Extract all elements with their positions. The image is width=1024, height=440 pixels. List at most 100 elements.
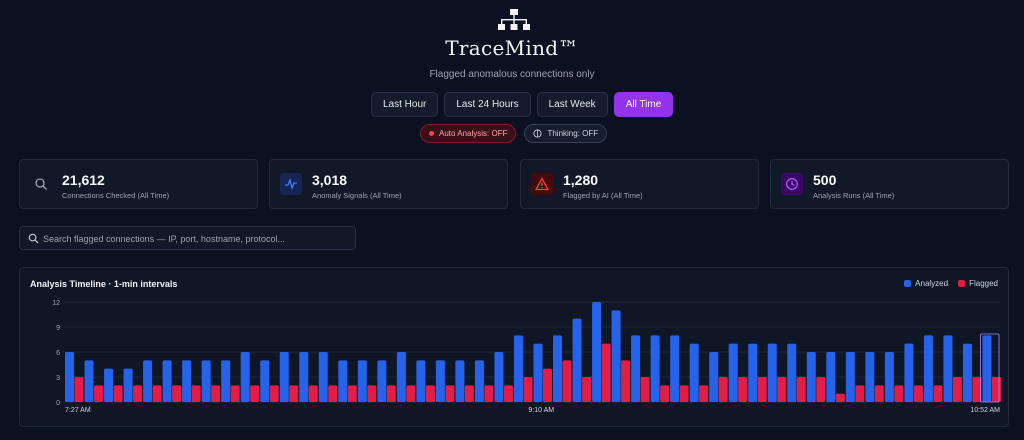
flagged-bar[interactable]	[347, 385, 357, 402]
flagged-bar[interactable]	[308, 385, 318, 402]
flagged-bar[interactable]	[894, 385, 904, 402]
analyzed-bar[interactable]	[182, 360, 192, 402]
analyzed-bar[interactable]	[260, 360, 270, 402]
flagged-bar[interactable]	[855, 385, 865, 402]
flagged-bar[interactable]	[816, 377, 826, 402]
flagged-bar[interactable]	[94, 385, 104, 402]
flagged-bar[interactable]	[250, 385, 260, 402]
tab-all-time[interactable]: All Time	[613, 92, 674, 117]
analyzed-bar[interactable]	[299, 352, 309, 402]
flagged-bar[interactable]	[543, 368, 552, 402]
analyzed-bar[interactable]	[787, 343, 797, 402]
flagged-bar[interactable]	[913, 385, 923, 402]
analyzed-bar[interactable]	[689, 343, 699, 402]
analyzed-bar[interactable]	[435, 360, 445, 402]
flagged-bar[interactable]	[191, 385, 201, 402]
flagged-bar[interactable]	[718, 377, 728, 402]
analyzed-bar[interactable]	[943, 335, 953, 402]
analyzed-bar[interactable]	[553, 335, 563, 402]
flagged-bar[interactable]	[484, 385, 494, 402]
flagged-bar[interactable]	[211, 385, 221, 402]
analyzed-bar[interactable]	[884, 352, 894, 402]
analyzed-bar[interactable]	[143, 360, 153, 402]
tab-last-week[interactable]: Last Week	[536, 92, 608, 117]
analyzed-bar[interactable]	[455, 360, 465, 402]
analyzed-bar[interactable]	[357, 360, 367, 402]
analyzed-bar[interactable]	[572, 318, 582, 402]
flagged-bar[interactable]	[835, 393, 845, 402]
analyzed-bar[interactable]	[748, 343, 758, 402]
flagged-bar[interactable]	[113, 385, 123, 402]
analyzed-bar[interactable]	[494, 352, 504, 402]
analyzed-bar[interactable]	[279, 352, 289, 402]
analyzed-bar[interactable]	[826, 352, 836, 402]
analyzed-bar[interactable]	[709, 352, 719, 402]
analyzed-bar[interactable]	[513, 335, 523, 402]
analyzed-bar[interactable]	[865, 352, 875, 402]
analyzed-bar[interactable]	[767, 343, 777, 402]
flagged-bar[interactable]	[133, 385, 143, 402]
flagged-bar[interactable]	[933, 385, 943, 402]
flagged-bar[interactable]	[269, 385, 279, 402]
thinking-toggle[interactable]: Thinking: OFF	[524, 124, 608, 143]
analyzed-bar[interactable]	[806, 352, 816, 402]
flagged-bar[interactable]	[640, 377, 650, 402]
flagged-bar[interactable]	[679, 385, 689, 402]
analyzed-bar[interactable]	[650, 335, 660, 402]
analyzed-bar[interactable]	[923, 335, 933, 402]
analyzed-bar[interactable]	[201, 360, 211, 402]
flagged-bar[interactable]	[172, 385, 182, 402]
analyzed-bar[interactable]	[670, 335, 680, 402]
flagged-bar[interactable]	[777, 377, 787, 402]
analyzed-bar[interactable]	[240, 352, 250, 402]
analyzed-bar[interactable]	[631, 335, 641, 402]
analyzed-bar[interactable]	[221, 360, 231, 402]
analyzed-bar[interactable]	[533, 343, 543, 402]
flagged-bar[interactable]	[582, 377, 592, 402]
search-input[interactable]	[43, 230, 348, 247]
flagged-bar[interactable]	[601, 343, 611, 402]
analyzed-bar[interactable]	[592, 302, 602, 402]
flagged-bar[interactable]	[74, 377, 84, 402]
flagged-bar[interactable]	[445, 385, 455, 402]
flagged-bar[interactable]	[152, 385, 162, 402]
flagged-bar[interactable]	[503, 385, 513, 402]
analyzed-bar[interactable]	[962, 343, 972, 402]
analyzed-bar[interactable]	[611, 310, 621, 402]
analyzed-bar[interactable]	[123, 368, 133, 402]
analyzed-bar[interactable]	[84, 360, 94, 402]
analyzed-bar[interactable]	[338, 360, 348, 402]
flagged-bar[interactable]	[660, 385, 670, 402]
flagged-bar[interactable]	[757, 377, 767, 402]
flagged-bar[interactable]	[562, 360, 572, 402]
flagged-bar[interactable]	[796, 377, 806, 402]
tab-last-24-hours[interactable]: Last 24 Hours	[444, 92, 531, 117]
analyzed-bar[interactable]	[396, 352, 406, 402]
flagged-bar[interactable]	[874, 385, 884, 402]
flagged-bar[interactable]	[406, 385, 416, 402]
analyzed-bar[interactable]	[416, 360, 426, 402]
flagged-bar[interactable]	[699, 385, 709, 402]
auto-analysis-toggle[interactable]: Auto Analysis: OFF	[420, 124, 517, 143]
flagged-bar[interactable]	[289, 385, 299, 402]
flagged-bar[interactable]	[386, 385, 396, 402]
flagged-bar[interactable]	[230, 385, 240, 402]
analyzed-bar[interactable]	[904, 343, 914, 402]
analyzed-bar[interactable]	[104, 368, 114, 402]
flagged-bar[interactable]	[952, 377, 962, 402]
analyzed-bar[interactable]	[162, 360, 172, 402]
analyzed-bar[interactable]	[982, 335, 992, 402]
flagged-bar[interactable]	[367, 385, 377, 402]
analyzed-bar[interactable]	[377, 360, 387, 402]
analyzed-bar[interactable]	[65, 352, 74, 402]
tab-last-hour[interactable]: Last Hour	[371, 92, 439, 117]
flagged-bar[interactable]	[991, 377, 1001, 402]
analyzed-bar[interactable]	[728, 343, 738, 402]
analyzed-bar[interactable]	[845, 352, 855, 402]
analyzed-bar[interactable]	[474, 360, 484, 402]
flagged-bar[interactable]	[328, 385, 338, 402]
flagged-bar[interactable]	[621, 360, 631, 402]
flagged-bar[interactable]	[464, 385, 474, 402]
flagged-bar[interactable]	[425, 385, 435, 402]
flagged-bar[interactable]	[523, 377, 533, 402]
